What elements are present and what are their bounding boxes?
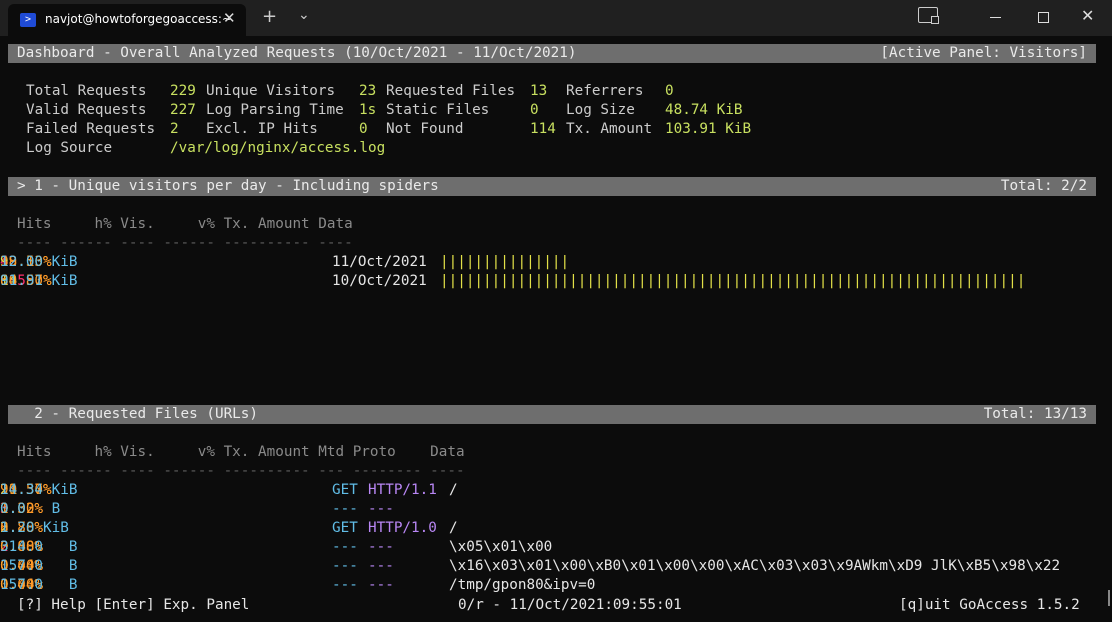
file-method: GET <box>332 482 358 498</box>
file-path: / <box>449 520 458 536</box>
file-method: --- <box>332 539 358 555</box>
stat-value: 48.74 KiB <box>665 102 743 118</box>
window-titlebar: > navjot@howtoforgegoaccess:~ ✕ + ⌄ ✕ <box>0 0 1112 36</box>
powershell-icon: > <box>20 13 36 27</box>
file-tx-amount: 1.20 KiB <box>0 520 69 536</box>
terminal-tab[interactable]: > navjot@howtoforgegoaccess:~ ✕ <box>8 4 246 36</box>
stat-value: 13 <box>530 83 548 99</box>
file-tx-amount: 314.0 B <box>0 539 78 555</box>
visitors-panel-total: Total: 2/2 <box>1000 178 1087 194</box>
stat-value: 114 <box>530 121 556 137</box>
stat-label: Valid Requests <box>26 102 147 118</box>
stat-label: Referrers <box>566 83 644 99</box>
stat-label: Static Files <box>386 102 490 118</box>
stat-label: Unique Visitors <box>206 83 336 99</box>
requested-files-panel-header[interactable]: 2 - Requested Files (URLs) Total: 13/13 <box>8 405 1096 424</box>
stat-label: Tx. Amount <box>566 121 653 137</box>
stat-value: /var/log/nginx/access.log <box>170 140 386 156</box>
visitors-panel-header[interactable]: > 1 - Unique visitors per day - Includin… <box>8 177 1096 196</box>
visitor-bar: ||||||||||||||||||||||||||||||||||||||||… <box>440 273 1026 289</box>
file-path: \x05\x01\x00 <box>449 539 553 555</box>
file-protocol: --- <box>368 501 394 517</box>
file-method: --- <box>332 501 358 517</box>
footer-quit[interactable]: [q]uit GoAccess 1.5.2 <box>899 596 1080 615</box>
maximize-button[interactable] <box>1038 12 1049 23</box>
file-tx-amount: 157.0 B <box>0 577 78 593</box>
stat-label: Failed Requests <box>26 121 156 137</box>
file-protocol: --- <box>368 577 394 593</box>
stat-label: Log Size <box>566 102 635 118</box>
file-path: \x16\x03\x01\x00\xB0\x01\x00\x00\xAC\x03… <box>449 558 1061 574</box>
stat-value: 229 <box>170 83 196 99</box>
stat-label: Total Requests <box>26 83 147 99</box>
stat-label: Not Found <box>386 121 464 137</box>
active-panel-indicator: [Active Panel: Visitors] <box>880 45 1087 61</box>
visitors-panel-title: > 1 - Unique visitors per day - Includin… <box>17 178 439 194</box>
file-path: / <box>449 482 458 498</box>
visitor-tx-amount: 91.91 KiB <box>0 273 78 289</box>
tab-title: navjot@howtoforgegoaccess:~ <box>45 12 233 26</box>
visitors-column-rule: ---- ------ ---- ------ ---------- ---- <box>17 235 353 251</box>
footer-help[interactable]: [?] Help [Enter] Exp. Panel <box>17 596 249 615</box>
stat-label: Log Parsing Time <box>206 102 344 118</box>
stat-value: 0 <box>665 83 674 99</box>
visitors-column-headers: Hits h% Vis. v% Tx. Amount Data <box>17 216 353 232</box>
file-tx-amount: 14.34 KiB <box>0 482 78 498</box>
stat-label: Requested Files <box>386 83 516 99</box>
visitor-date: 10/Oct/2021 <box>332 273 427 289</box>
visitor-tx-amount: 12.00 KiB <box>0 254 78 270</box>
stat-value: 1s <box>359 102 377 118</box>
requested-files-panel-title: 2 - Requested Files (URLs) <box>17 406 259 422</box>
scrollbar[interactable] <box>1108 590 1110 606</box>
dashboard-header: Dashboard - Overall Analyzed Requests (1… <box>8 44 1096 63</box>
requested-files-column-rule: ---- ------ ---- ------ ---------- --- -… <box>17 463 465 479</box>
file-protocol: --- <box>368 558 394 574</box>
chevron-down-icon[interactable]: ⌄ <box>298 7 310 23</box>
stat-label: Log Source <box>26 140 113 156</box>
file-path: /tmp/gpon80&ipv=0 <box>449 577 596 593</box>
file-method: GET <box>332 520 358 536</box>
settings-icon[interactable] <box>918 7 939 24</box>
file-method: --- <box>332 577 358 593</box>
file-protocol: HTTP/1.0 <box>368 520 437 536</box>
stat-value: 23 <box>359 83 377 99</box>
footer-status: 0/r - 11/Oct/2021:09:55:01 <box>458 597 682 613</box>
stat-value: 0 <box>530 102 539 118</box>
close-window-button[interactable]: ✕ <box>1081 6 1094 25</box>
new-tab-button[interactable]: + <box>262 6 277 27</box>
visitor-bar: ||||||||||||||| <box>440 254 570 270</box>
stat-value: 227 <box>170 102 196 118</box>
stat-value: 103.91 KiB <box>665 121 752 137</box>
stat-label: Excl. IP Hits <box>206 121 318 137</box>
stat-value: 2 <box>170 121 179 137</box>
requested-files-panel-total: Total: 13/13 <box>983 406 1087 422</box>
file-method: --- <box>332 558 358 574</box>
file-protocol: --- <box>368 539 394 555</box>
requested-files-column-headers: Hits h% Vis. v% Tx. Amount Mtd Proto Dat… <box>17 444 465 460</box>
file-protocol: HTTP/1.1 <box>368 482 437 498</box>
stat-value: 0 <box>359 121 368 137</box>
dashboard-title: Dashboard - Overall Analyzed Requests (1… <box>17 45 577 61</box>
visitor-date: 11/Oct/2021 <box>332 254 427 270</box>
file-tx-amount: 157.0 B <box>0 558 78 574</box>
minimize-button[interactable] <box>990 17 1001 18</box>
close-tab-icon[interactable]: ✕ <box>223 9 236 27</box>
file-tx-amount: 0.0 B <box>0 501 61 517</box>
